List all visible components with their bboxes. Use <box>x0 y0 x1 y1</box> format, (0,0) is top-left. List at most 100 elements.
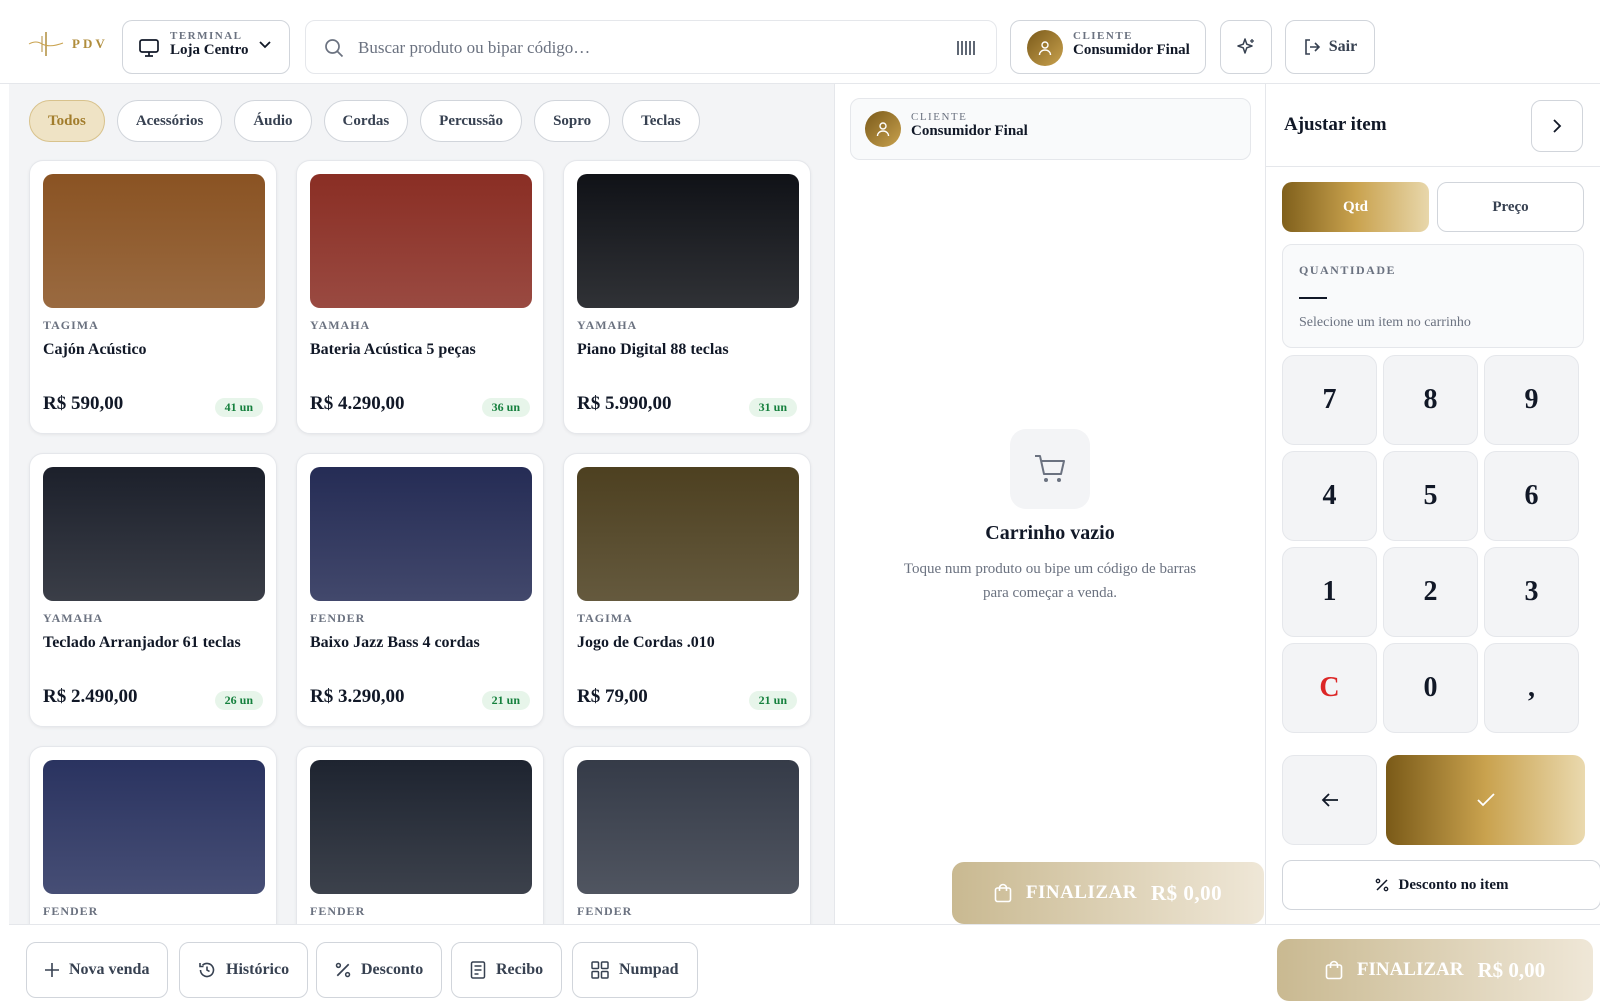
product-name: Teclado Arranjador 61 teclas <box>43 634 241 651</box>
user-icon <box>1038 41 1052 56</box>
cart-client[interactable]: CLIENTE Consumidor Final <box>850 98 1251 160</box>
cart-client-label: CLIENTE <box>911 111 968 123</box>
product-card[interactable]: YAMAHA Teclado Arranjador 61 teclas R$ 2.4… <box>29 453 277 727</box>
logo: PDV <box>28 30 108 58</box>
numpad-key[interactable]: 9 <box>1484 355 1579 445</box>
search-bar <box>305 20 997 74</box>
product-image <box>310 174 532 308</box>
product-card[interactable]: FENDER Baixo Jazz Bass 4 cordas R$ 3.290,0… <box>296 453 544 727</box>
divider <box>1266 166 1600 167</box>
product-brand: FENDER <box>577 904 633 918</box>
product-brand: YAMAHA <box>43 611 104 625</box>
product-image <box>43 174 265 308</box>
plus-icon <box>45 963 59 977</box>
tab-quantity[interactable]: Qtd <box>1282 182 1429 232</box>
product-card[interactable]: FENDER <box>29 746 277 924</box>
product-card[interactable]: FENDER <box>296 746 544 924</box>
receipt-label: Recibo <box>496 961 544 978</box>
product-brand: YAMAHA <box>310 318 371 332</box>
finalize-button-bottom[interactable]: FINALIZAR R$ 0,00 <box>1277 939 1593 1001</box>
receipt-button[interactable]: Recibo <box>451 942 563 998</box>
cart-empty-icon <box>1010 429 1090 509</box>
new-sale-button[interactable]: Nova venda <box>26 942 169 998</box>
user-icon <box>876 122 890 137</box>
numpad-key[interactable]: 4 <box>1282 451 1377 541</box>
discount-button[interactable]: Desconto <box>316 942 443 998</box>
logout-button[interactable]: Sair <box>1285 20 1375 74</box>
stock-badge: 21 un <box>748 691 797 710</box>
category-chip[interactable]: Áudio <box>234 100 312 142</box>
numpad-key[interactable]: 1 <box>1282 547 1377 637</box>
finalize-label: FINALIZAR <box>1025 882 1137 903</box>
bag-icon <box>994 883 1012 903</box>
terminal-selector[interactable]: TERMINAL Loja Centro <box>122 20 290 74</box>
item-discount-label: Desconto no item <box>1398 876 1509 893</box>
logo-icon <box>28 32 64 56</box>
product-name: Bateria Acústica 5 peças <box>310 341 476 358</box>
category-chip[interactable]: Todos <box>29 100 105 142</box>
numpad-key[interactable]: , <box>1484 643 1579 733</box>
category-chip[interactable]: Acessórios <box>116 100 223 142</box>
barcode-icon[interactable] <box>956 40 976 56</box>
chevron-down-icon <box>259 41 271 49</box>
client-selector[interactable]: CLIENTE Consumidor Final <box>1010 20 1206 74</box>
product-brand: TAGIMA <box>577 611 633 625</box>
product-card[interactable]: TAGIMA Cajón Acústico R$ 590,00 41 un <box>29 160 277 434</box>
category-chip[interactable]: Teclas <box>622 100 700 142</box>
quantity-display: QUANTIDADE Selecione um item no carrinho <box>1282 244 1584 348</box>
product-grid: TAGIMA Cajón Acústico R$ 590,00 41 un YAMAHA… <box>29 160 811 924</box>
client-label: CLIENTE <box>1073 30 1134 42</box>
product-price: R$ 590,00 <box>43 393 124 414</box>
product-image <box>577 174 799 308</box>
search-icon <box>325 39 344 58</box>
product-price: R$ 79,00 <box>577 686 648 707</box>
terminal-value: Loja Centro <box>170 42 249 58</box>
tab-price[interactable]: Preço <box>1437 182 1584 232</box>
numpad-key[interactable]: 0 <box>1383 643 1478 733</box>
product-image <box>310 467 532 601</box>
category-chip[interactable]: Cordas <box>323 100 409 142</box>
stock-badge: 31 un <box>748 398 797 417</box>
category-chip[interactable]: Sopro <box>534 100 611 142</box>
chevron-right-icon <box>1553 119 1562 133</box>
history-label: Histórico <box>226 961 290 978</box>
numpad-key[interactable]: 5 <box>1383 451 1478 541</box>
collapse-panel-button[interactable] <box>1531 100 1583 152</box>
cart-total: R$ 0,00 <box>1150 880 1223 905</box>
top-bar: PDV TERMINAL Loja Centro CLIENTE Consumi… <box>0 0 1600 84</box>
backspace-key[interactable] <box>1282 755 1377 845</box>
numpad-key[interactable]: 2 <box>1383 547 1478 637</box>
numpad-label: Numpad <box>619 961 679 978</box>
logout-icon <box>1304 39 1320 55</box>
product-card[interactable]: FENDER <box>563 746 811 924</box>
numpad-key[interactable]: 6 <box>1484 451 1579 541</box>
logout-label: Sair <box>1328 38 1358 55</box>
history-button[interactable]: Histórico <box>179 942 309 998</box>
percent-icon <box>335 962 351 978</box>
numpad-button[interactable]: Numpad <box>572 942 698 998</box>
check-icon <box>1476 793 1495 807</box>
product-image <box>577 760 799 894</box>
monitor-icon <box>139 39 159 57</box>
product-card[interactable]: YAMAHA Bateria Acústica 5 peças R$ 4.290,0… <box>296 160 544 434</box>
product-image <box>43 467 265 601</box>
clear-key[interactable]: C <box>1282 643 1377 733</box>
numpad-key[interactable]: 7 <box>1282 355 1377 445</box>
numpad-key[interactable]: 8 <box>1383 355 1478 445</box>
product-card[interactable]: TAGIMA Jogo de Cordas .010 R$ 79,00 21 un <box>563 453 811 727</box>
confirm-key[interactable] <box>1386 755 1585 845</box>
category-chip[interactable]: Percussão <box>420 100 523 142</box>
product-price: R$ 5.990,00 <box>577 393 672 414</box>
discount-label: Desconto <box>361 961 424 978</box>
item-discount-button[interactable]: Desconto no item <box>1282 860 1600 910</box>
cart-client-name: Consumidor Final <box>911 123 1028 139</box>
ai-assist-button[interactable] <box>1220 20 1272 74</box>
product-name: Jogo de Cordas .010 <box>577 634 715 651</box>
quantity-label: QUANTIDADE <box>1299 263 1397 277</box>
adjust-item-panel: Ajustar item Qtd Preço QUANTIDADE Seleci… <box>1265 84 1600 924</box>
numpad-key[interactable]: 3 <box>1484 547 1579 637</box>
product-card[interactable]: YAMAHA Piano Digital 88 teclas R$ 5.990,00… <box>563 160 811 434</box>
search-input[interactable] <box>358 35 918 61</box>
finalize-button[interactable]: FINALIZAR R$ 0,00 <box>952 862 1264 924</box>
product-brand: FENDER <box>310 611 366 625</box>
